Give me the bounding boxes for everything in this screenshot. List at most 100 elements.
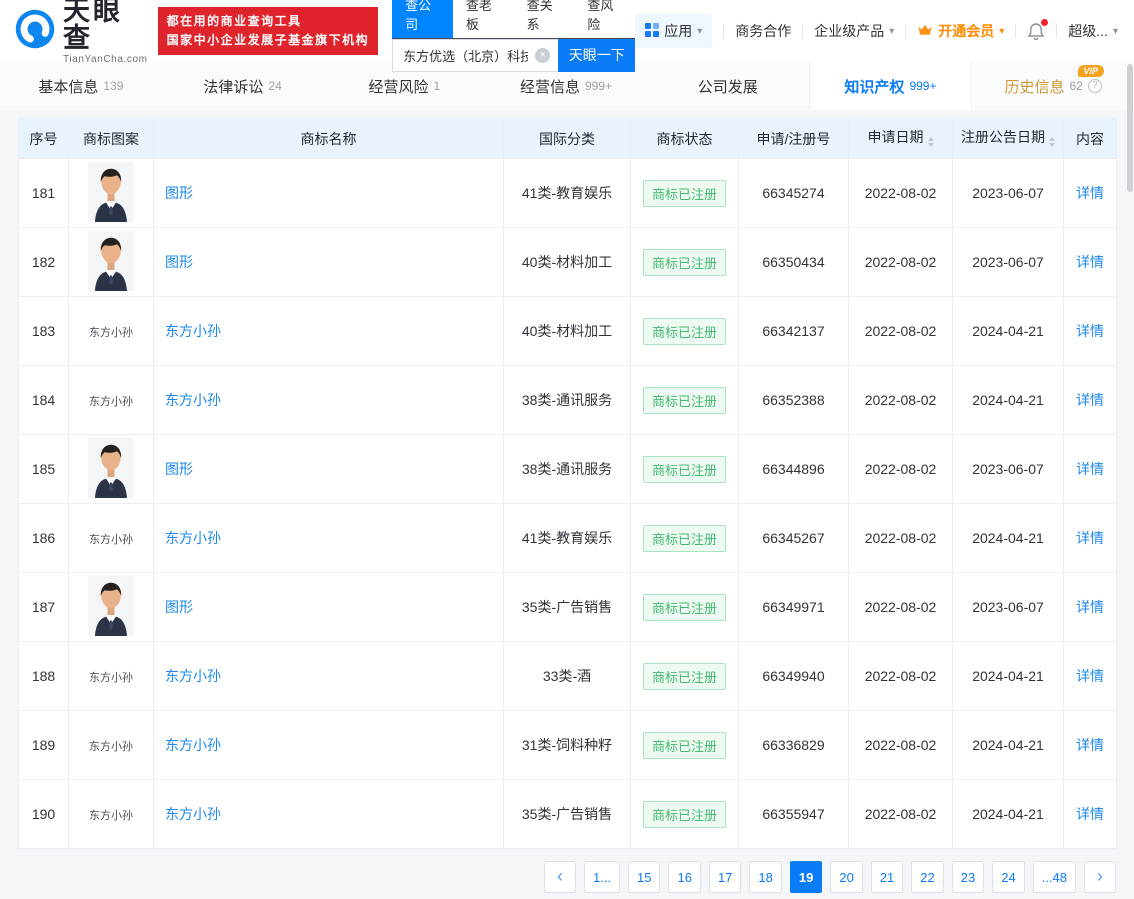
clear-search-icon[interactable]: × — [535, 48, 550, 63]
user-account-menu[interactable]: 超级... ▾ — [1068, 21, 1118, 41]
page-button-16[interactable]: 16 — [668, 861, 700, 893]
portrait-photo[interactable] — [88, 576, 134, 636]
registration-number: 66355947 — [739, 780, 849, 849]
apps-menu[interactable]: 应用 ▾ — [635, 14, 712, 48]
search-tab-boss[interactable]: 查老板 — [453, 0, 514, 38]
open-vip-button[interactable]: 开通会员 ▾ — [917, 21, 1004, 41]
tab-legal-litigation[interactable]: 法律诉讼24 — [162, 62, 324, 110]
registration-number: 66344896 — [739, 435, 849, 504]
detail-link[interactable]: 详情 — [1076, 392, 1104, 408]
text-trademark-image[interactable]: 东方小孙 — [89, 672, 133, 684]
text-trademark-image[interactable]: 东方小孙 — [89, 741, 133, 753]
pagination: ‹ 1...1516 1718 1920 2122 2324 ...48 › — [18, 861, 1116, 893]
detail-link[interactable]: 详情 — [1076, 323, 1104, 339]
tab-intellectual-property[interactable]: 知识产权999+ — [809, 62, 973, 110]
next-page-button[interactable]: › — [1084, 861, 1116, 893]
trademark-name-link[interactable]: 东方小孙 — [165, 737, 221, 753]
page-button-23[interactable]: 23 — [952, 861, 984, 893]
publication-date: 2024-04-21 — [953, 366, 1064, 435]
table-row: 184 东方小孙 东方小孙 38类-通讯服务 商标已注册 66352388 20… — [19, 366, 1117, 435]
trademark-name-link[interactable]: 东方小孙 — [165, 668, 221, 684]
table-row: 181 图形 41类-教育娱乐 商标已注册 66345274 2022-08-0… — [19, 159, 1117, 228]
publication-date: 2023-06-07 — [953, 573, 1064, 642]
portrait-photo[interactable] — [88, 162, 134, 222]
text-trademark-image[interactable]: 东方小孙 — [89, 534, 133, 546]
table-row: 190 东方小孙 东方小孙 35类-广告销售 商标已注册 66355947 20… — [19, 780, 1117, 849]
page-button-20[interactable]: 20 — [830, 861, 862, 893]
search-tab-relation[interactable]: 查关系 — [514, 0, 575, 38]
detail-link[interactable]: 详情 — [1076, 461, 1104, 477]
text-trademark-image[interactable]: 东方小孙 — [89, 810, 133, 822]
page-button-21[interactable]: 21 — [871, 861, 903, 893]
intl-class: 40类-材料加工 — [504, 297, 631, 366]
trademark-name-link[interactable]: 东方小孙 — [165, 530, 221, 546]
nav-enterprise-products[interactable]: 企业级产品 ▾ — [814, 21, 894, 41]
tab-operation-risk[interactable]: 经营风险1 — [323, 62, 485, 110]
column-header-trademark-image: 商标图案 — [69, 119, 154, 159]
page-button-24[interactable]: 24 — [992, 861, 1024, 893]
app-grid-icon — [645, 23, 659, 40]
detail-link[interactable]: 详情 — [1076, 668, 1104, 684]
detail-link[interactable]: 详情 — [1076, 599, 1104, 615]
trademark-name-link[interactable]: 图形 — [165, 461, 193, 477]
status-badge: 商标已注册 — [643, 456, 726, 483]
page-button-17[interactable]: 17 — [709, 861, 741, 893]
page-button-48[interactable]: ...48 — [1033, 861, 1076, 893]
intl-class: 31类-饲料种籽 — [504, 711, 631, 780]
page-button-18[interactable]: 18 — [749, 861, 781, 893]
portrait-photo[interactable] — [88, 438, 134, 498]
intl-class: 41类-教育娱乐 — [504, 159, 631, 228]
trademark-image-cell — [69, 573, 154, 642]
tab-company-development[interactable]: 公司发展 — [647, 62, 809, 110]
search-tab-risk[interactable]: 查风险 — [574, 0, 635, 38]
row-index: 188 — [19, 642, 69, 711]
column-header-apply-date[interactable]: 申请日期 — [849, 119, 953, 159]
registration-number: 66352388 — [739, 366, 849, 435]
page-button-15[interactable]: 15 — [628, 861, 660, 893]
publication-date: 2024-04-21 — [953, 780, 1064, 849]
table-header-row: 序号 商标图案 商标名称 国际分类 商标状态 申请/注册号 申请日期 注册公告日… — [19, 119, 1117, 159]
status-badge: 商标已注册 — [643, 732, 726, 759]
tab-basic-info[interactable]: 基本信息139 — [0, 62, 162, 110]
notification-bell-icon[interactable] — [1027, 22, 1045, 41]
vertical-scrollbar[interactable] — [1127, 64, 1133, 192]
status-badge: 商标已注册 — [643, 663, 726, 690]
registration-number: 66336829 — [739, 711, 849, 780]
detail-link[interactable]: 详情 — [1076, 185, 1104, 201]
help-icon[interactable]: ? — [1088, 79, 1102, 93]
tianyancha-logo[interactable]: 天眼查 TianYanCha.com — [14, 0, 148, 65]
detail-link[interactable]: 详情 — [1076, 530, 1104, 546]
detail-link[interactable]: 详情 — [1076, 806, 1104, 822]
page-button-1[interactable]: 1... — [584, 861, 620, 893]
detail-link[interactable]: 详情 — [1076, 254, 1104, 270]
nav-business-cooperation[interactable]: 商务合作 — [735, 21, 791, 41]
trademark-name-link[interactable]: 东方小孙 — [165, 806, 221, 822]
apply-date: 2022-08-02 — [849, 435, 953, 504]
portrait-photo[interactable] — [88, 231, 134, 291]
tab-history-info[interactable]: VIP 历史信息62 ? — [972, 62, 1134, 110]
search-tab-company[interactable]: 查公司 — [392, 0, 453, 38]
trademark-name-link[interactable]: 东方小孙 — [165, 323, 221, 339]
top-bar: 天眼查 TianYanCha.com 都在用的商业查询工具 国家中小企业发展子基… — [0, 0, 1134, 62]
page-button-19[interactable]: 19 — [790, 861, 822, 893]
trademark-name-link[interactable]: 图形 — [165, 599, 193, 615]
table-row: 185 图形 38类-通讯服务 商标已注册 66344896 2022-08-0… — [19, 435, 1117, 504]
trademark-name-link[interactable]: 图形 — [165, 185, 193, 201]
trademark-image-cell: 东方小孙 — [69, 297, 154, 366]
tab-operation-info[interactable]: 经营信息999+ — [485, 62, 647, 110]
page-button-22[interactable]: 22 — [911, 861, 943, 893]
trademark-name-link[interactable]: 图形 — [165, 254, 193, 270]
prev-page-button[interactable]: ‹ — [544, 861, 576, 893]
intl-class: 38类-通讯服务 — [504, 435, 631, 504]
text-trademark-image[interactable]: 东方小孙 — [89, 396, 133, 408]
status-badge: 商标已注册 — [643, 594, 726, 621]
registration-number: 66342137 — [739, 297, 849, 366]
registration-number: 66345274 — [739, 159, 849, 228]
text-trademark-image[interactable]: 东方小孙 — [89, 327, 133, 339]
detail-link[interactable]: 详情 — [1076, 737, 1104, 753]
table-row: 186 东方小孙 东方小孙 41类-教育娱乐 商标已注册 66345267 20… — [19, 504, 1117, 573]
column-header-pub-date[interactable]: 注册公告日期 — [953, 119, 1064, 159]
registration-number: 66345267 — [739, 504, 849, 573]
trademark-name-link[interactable]: 东方小孙 — [165, 392, 221, 408]
row-index: 190 — [19, 780, 69, 849]
